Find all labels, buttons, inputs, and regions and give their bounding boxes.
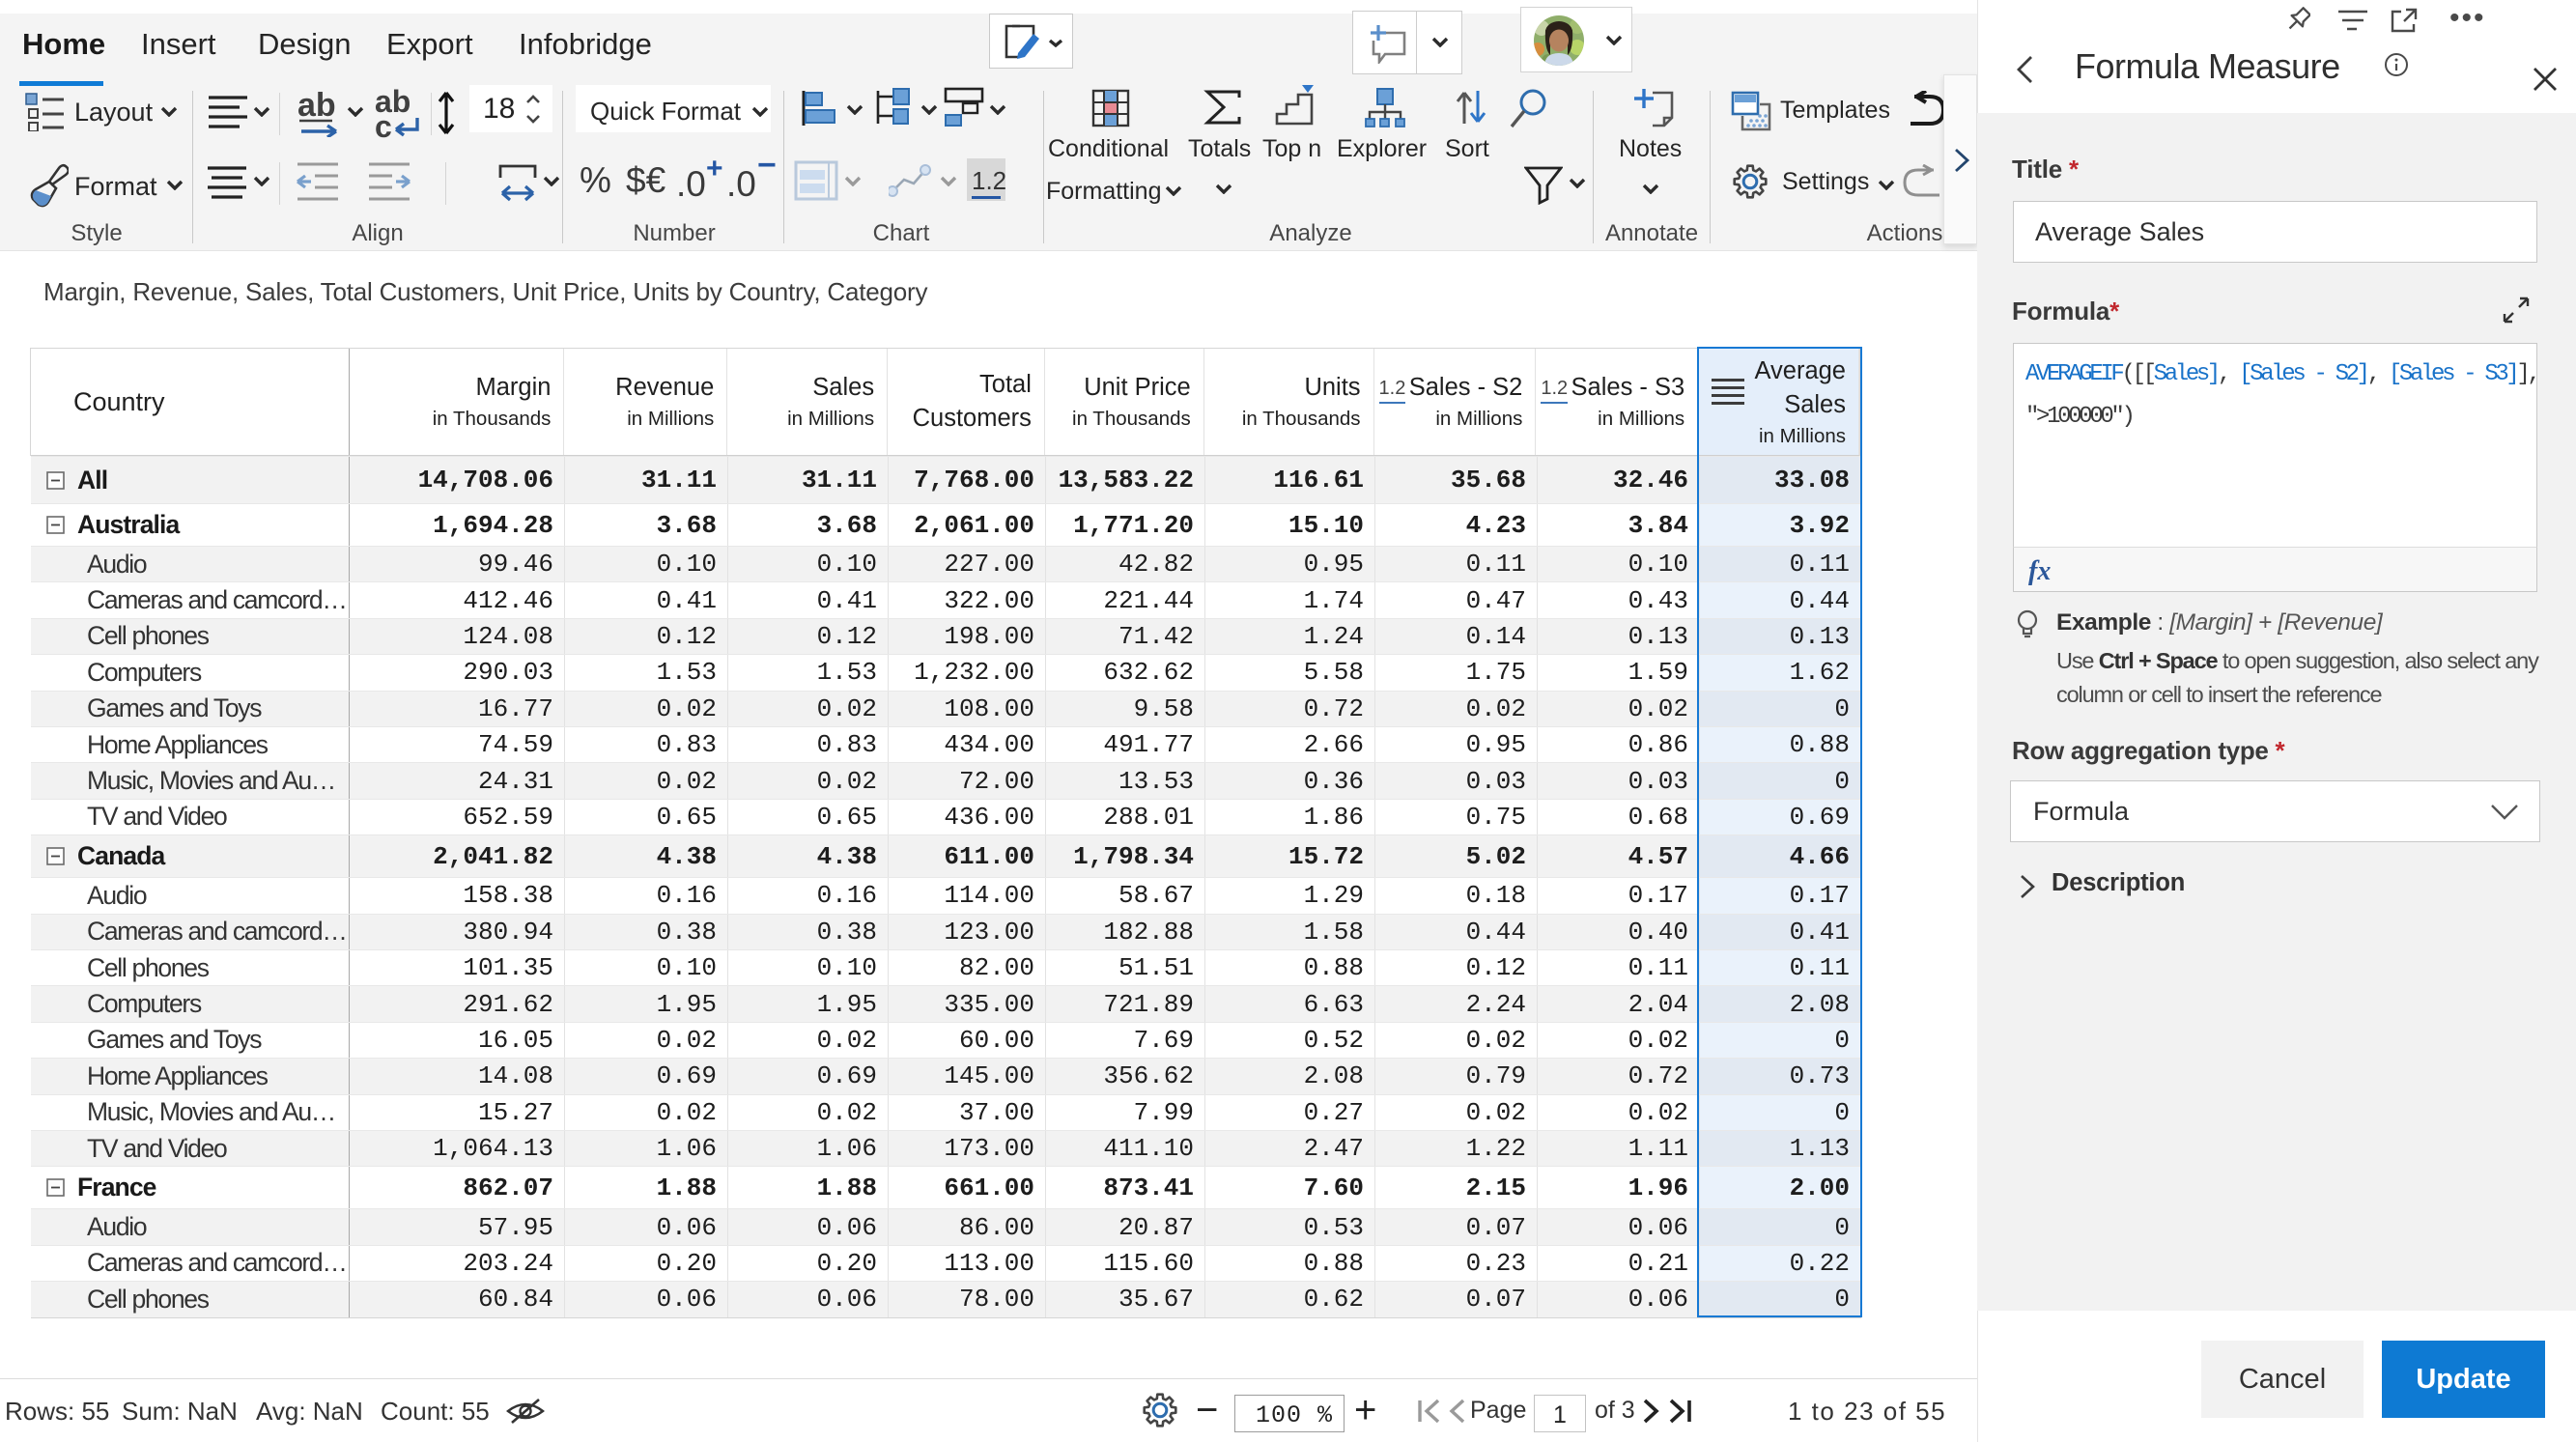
svg-text:ab: ab	[297, 89, 336, 124]
svg-text:c: c	[375, 109, 392, 139]
